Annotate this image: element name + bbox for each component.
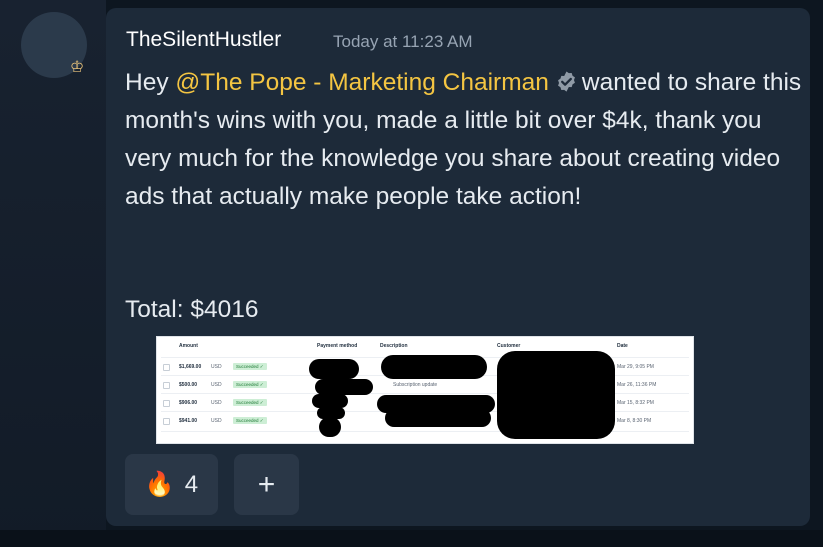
header-amount: Amount	[179, 343, 198, 349]
status-badge: Succeeded ✓	[233, 399, 267, 406]
row-amount: $906.00	[179, 400, 198, 406]
header-payment-method: Payment method	[317, 343, 358, 349]
row-amount: $941.00	[179, 418, 198, 424]
timestamp: Today at 11:23 AM	[333, 32, 473, 51]
greeting-text: Hey	[125, 69, 176, 96]
redaction-mark	[381, 355, 487, 379]
redaction-mark	[497, 351, 615, 439]
redaction-mark	[319, 417, 341, 437]
row-date: Mar 26, 11:36 PM	[617, 382, 657, 388]
row-description: Subscription update	[393, 382, 438, 388]
crown-icon: ♔	[69, 59, 85, 76]
message-body: Hey @The Pope - Marketing Chairman wanted…	[125, 64, 805, 216]
row-date: Mar 8, 8:30 PM	[617, 418, 652, 424]
header-description: Description	[380, 343, 408, 349]
bottom-band	[0, 530, 823, 547]
reaction-fire[interactable]: 🔥 4	[125, 454, 218, 515]
reaction-count: 4	[184, 470, 199, 498]
row-currency: USD	[211, 364, 222, 370]
row-currency: USD	[211, 400, 222, 406]
row-checkbox[interactable]	[163, 418, 170, 425]
status-badge: Succeeded ✓	[233, 363, 267, 370]
username[interactable]: TheSilentHustler	[126, 28, 281, 52]
redaction-mark	[315, 379, 373, 395]
left-gutter	[0, 0, 106, 547]
redaction-mark	[385, 409, 491, 427]
fire-emoji: 🔥	[144, 470, 175, 498]
status-badge: Succeeded ✓	[233, 417, 267, 424]
total-line: Total: $4016	[125, 296, 259, 323]
status-badge: Succeeded ✓	[233, 381, 267, 388]
row-date: Mar 29, 9:05 PM	[617, 364, 654, 370]
row-currency: USD	[211, 418, 222, 424]
row-checkbox[interactable]	[163, 400, 170, 407]
redaction-mark	[312, 394, 348, 408]
row-amount: $500.00	[179, 382, 198, 388]
add-reaction-button[interactable]: +	[234, 454, 299, 515]
row-checkbox[interactable]	[163, 364, 170, 371]
row-amount: $1,669.00	[179, 364, 202, 370]
user-mention[interactable]: @The Pope - Marketing Chairman	[175, 69, 548, 96]
row-date: Mar 15, 8:32 PM	[617, 400, 654, 406]
row-currency: USD	[211, 382, 222, 388]
header-date: Date	[617, 343, 628, 349]
redaction-mark	[309, 359, 359, 379]
payments-screenshot[interactable]: Amount Payment method Description Custom…	[156, 336, 694, 444]
row-checkbox[interactable]	[163, 382, 170, 389]
header-customer: Customer	[497, 343, 521, 349]
verified-check-icon	[557, 71, 575, 92]
